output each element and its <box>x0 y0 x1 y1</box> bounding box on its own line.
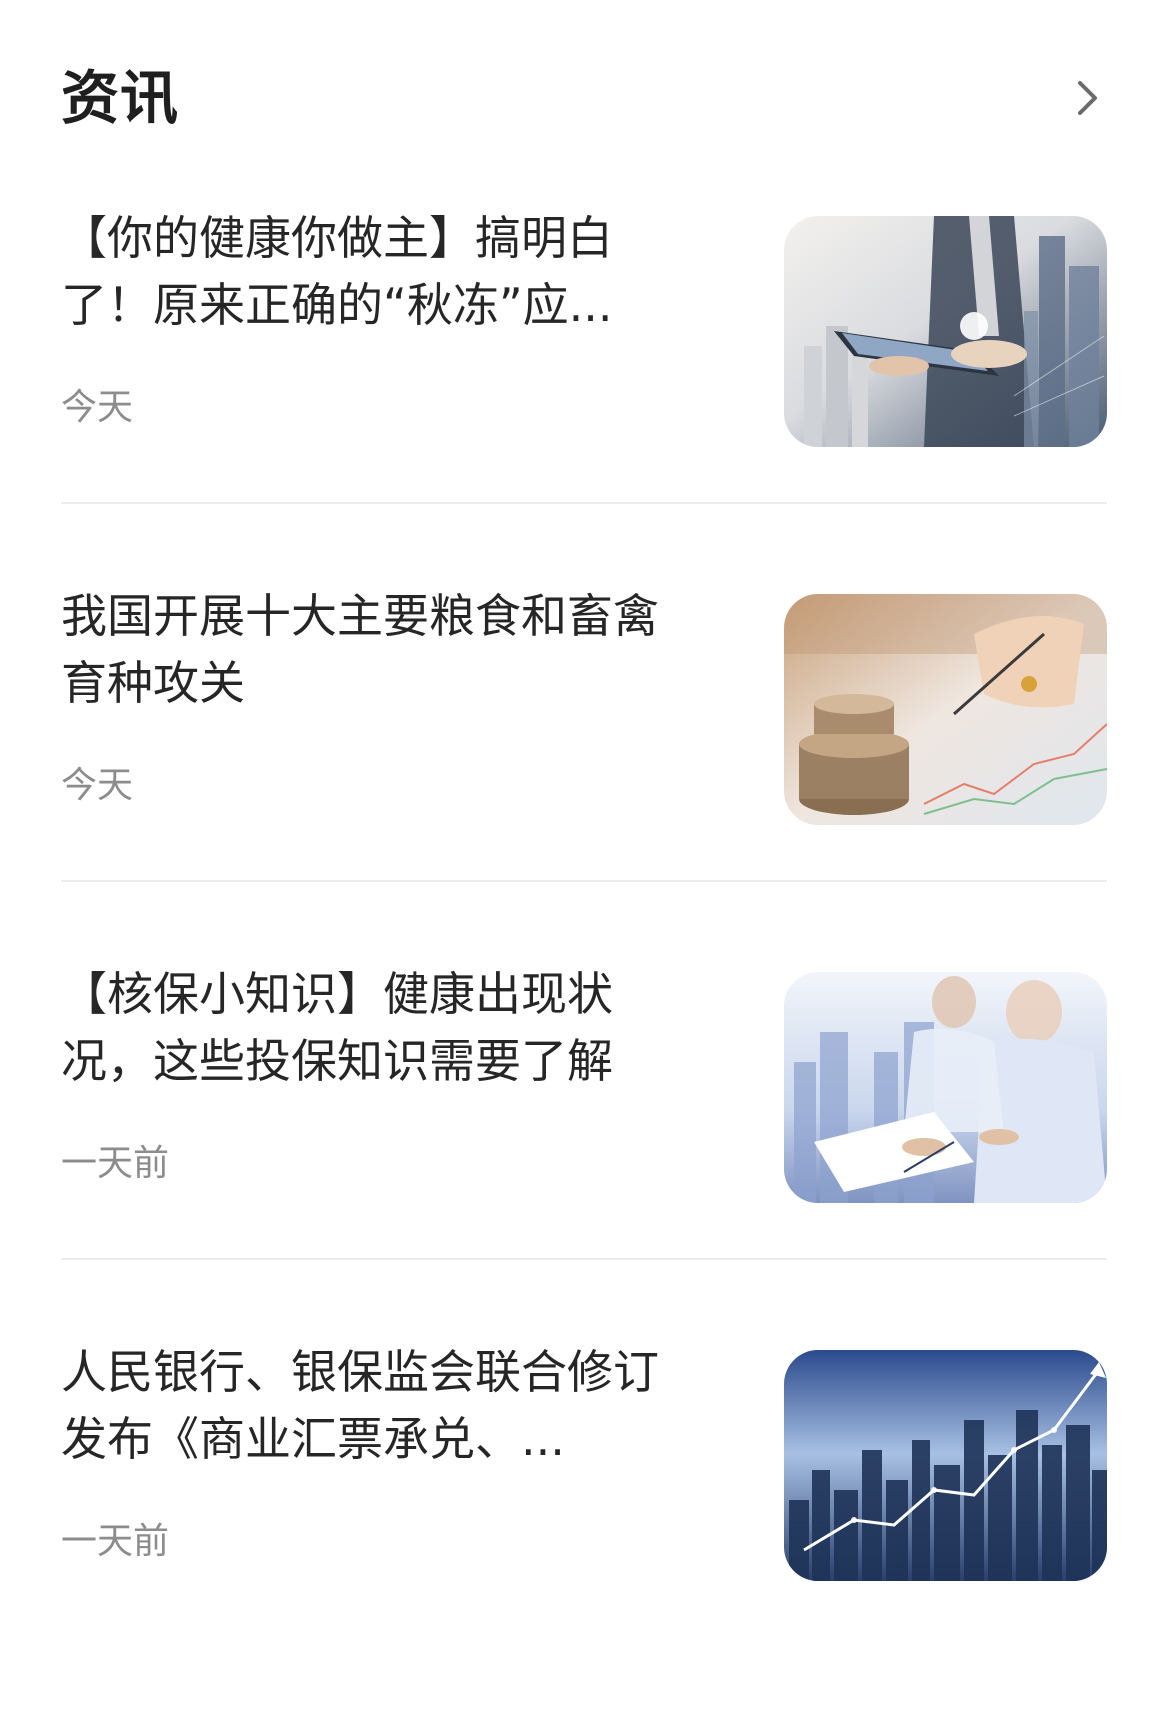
news-time: 一天前 <box>61 1143 170 1184</box>
news-time: 一天前 <box>61 1521 170 1562</box>
business-meeting-city-image[interactable] <box>784 972 1107 1203</box>
news-item[interactable]: 【核保小知识】健康出现状况，这些投保知识需要了解 一天前 <box>0 946 1169 1335</box>
news-title: 我国开展十大主要粮食和畜禽育种攻关 <box>61 589 659 710</box>
businessman-tablet-city-image[interactable] <box>784 216 1107 447</box>
news-item[interactable]: 人民银行、银保监会联合修订发布《商业汇票承兑、... 一天前 <box>0 1324 1169 1713</box>
news-time: 今天 <box>61 387 134 428</box>
news-title: 人民银行、银保监会联合修订发布《商业汇票承兑、... <box>61 1345 659 1466</box>
city-growth-chart-image[interactable] <box>784 1350 1107 1581</box>
news-header: 资讯 <box>0 0 1169 200</box>
divider <box>61 1258 1107 1260</box>
news-item[interactable]: 【你的健康你做主】搞明白了！原来正确的“秋冻”应... 今天 <box>0 190 1169 579</box>
coins-writing-chart-image[interactable] <box>784 594 1107 825</box>
news-time: 今天 <box>61 765 134 806</box>
news-title: 【你的健康你做主】搞明白了！原来正确的“秋冻”应... <box>61 211 613 332</box>
divider <box>61 502 1107 504</box>
news-item[interactable]: 我国开展十大主要粮食和畜禽育种攻关 今天 <box>0 568 1169 957</box>
news-title: 【核保小知识】健康出现状况，这些投保知识需要了解 <box>61 967 613 1088</box>
divider <box>61 880 1107 882</box>
page-title: 资讯 <box>61 64 180 132</box>
chevron-right-icon[interactable] <box>1068 78 1108 118</box>
